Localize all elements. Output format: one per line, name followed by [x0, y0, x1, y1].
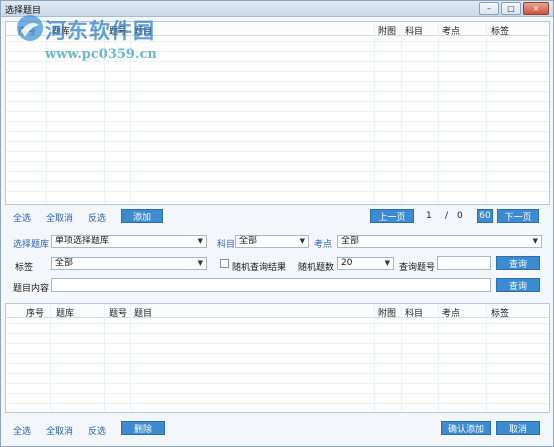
restore-button[interactable]: □	[501, 2, 521, 15]
random-count-label: 随机题数	[298, 263, 335, 273]
column-divider	[374, 22, 375, 204]
invert-selection-link[interactable]: 反选	[88, 211, 106, 224]
content-label: 题目内容	[13, 284, 50, 294]
col-header-attachment: 附图	[378, 27, 397, 37]
search-results-header: 序号 题库 题号 题目 附图 科目 考点 标签	[6, 22, 549, 37]
col-header-point: 考点	[442, 309, 461, 319]
bank-select[interactable]: 单项选择题库 ▼	[51, 235, 207, 248]
total-pages: 0	[457, 211, 463, 221]
content-query-button[interactable]: 查询	[496, 278, 540, 292]
chevron-down-icon: ▼	[532, 237, 538, 245]
column-divider	[130, 304, 131, 412]
bank-label: 选择题库	[13, 240, 50, 250]
random-result-label: 随机查询结果	[232, 263, 287, 273]
next-page-button[interactable]: 下一页	[497, 209, 539, 223]
column-divider	[486, 22, 487, 204]
content-input[interactable]	[51, 278, 491, 292]
column-divider	[130, 22, 131, 204]
deselect-all-link[interactable]: 全取消	[46, 211, 73, 224]
bank-select-value: 单项选择题库	[55, 236, 110, 246]
selected-questions-table[interactable]: 序号 题库 题号 题目 附图 科目 考点 标签	[5, 303, 550, 413]
confirm-add-button[interactable]: 确认添加	[441, 421, 491, 435]
column-divider	[46, 22, 47, 204]
subject-select-value: 全部	[239, 236, 258, 246]
query-number-input[interactable]	[437, 256, 491, 270]
column-divider	[438, 22, 439, 204]
query-button[interactable]: 查询	[496, 256, 540, 270]
selected-questions-header: 序号 题库 题号 题目 附图 科目 考点 标签	[6, 304, 549, 319]
col-header-point: 考点	[442, 27, 461, 37]
col-header-index: 序号	[26, 309, 45, 319]
col-header-bank: 题库	[52, 27, 71, 37]
close-button[interactable]: ×	[523, 2, 549, 15]
bottom-invert-selection-link[interactable]: 反选	[88, 424, 106, 437]
page-size-button[interactable]: 60	[477, 209, 493, 223]
subject-select[interactable]: 全部 ▼	[235, 235, 309, 248]
window-title: 选择题目	[5, 6, 42, 16]
bottom-select-all-link[interactable]: 全选	[13, 424, 31, 437]
col-header-tag: 标签	[491, 309, 510, 319]
add-button[interactable]: 添加	[121, 209, 163, 223]
chevron-down-icon: ▼	[197, 259, 203, 267]
window-controls: – □ ×	[479, 2, 549, 15]
point-select[interactable]: 全部 ▼	[337, 235, 542, 248]
random-count-select[interactable]: 20 ▼	[337, 257, 394, 270]
tag-select-value: 全部	[55, 258, 74, 268]
col-header-tag: 标签	[491, 27, 510, 37]
bottom-deselect-all-link[interactable]: 全取消	[46, 424, 73, 437]
column-divider	[104, 22, 105, 204]
prev-page-button[interactable]: 上一页	[370, 209, 414, 223]
select-questions-window: 选择题目 – □ × 序号 题库 题号 题目 附图 科目 考点 标签 河东软件园…	[0, 0, 554, 447]
chevron-down-icon: ▼	[384, 259, 390, 267]
point-label: 考点	[314, 240, 333, 250]
col-header-number: 题号	[109, 309, 128, 319]
col-header-question: 题目	[134, 27, 153, 37]
random-count-value: 20	[341, 258, 353, 268]
col-header-question: 题目	[134, 309, 153, 319]
tag-label: 标签	[15, 263, 34, 273]
delete-button[interactable]: 删除	[121, 421, 165, 435]
column-divider	[486, 304, 487, 412]
chevron-down-icon: ▼	[197, 237, 203, 245]
select-all-link[interactable]: 全选	[13, 211, 31, 224]
random-result-checkbox[interactable]	[220, 259, 229, 268]
tag-select[interactable]: 全部 ▼	[51, 257, 207, 270]
page-separator: /	[445, 211, 449, 221]
column-divider	[401, 22, 402, 204]
col-header-subject: 科目	[405, 309, 424, 319]
col-header-subject: 科目	[405, 27, 424, 37]
minimize-button[interactable]: –	[479, 2, 499, 15]
chevron-down-icon: ▼	[299, 237, 305, 245]
subject-label: 科目	[217, 240, 236, 250]
point-select-value: 全部	[341, 236, 360, 246]
col-header-number: 题号	[109, 27, 128, 37]
column-divider	[374, 304, 375, 412]
column-divider	[438, 304, 439, 412]
column-divider	[50, 304, 51, 412]
search-results-table[interactable]: 序号 题库 题号 题目 附图 科目 考点 标签	[5, 21, 550, 205]
title-bar[interactable]: 选择题目 – □ ×	[1, 1, 553, 17]
col-header-bank: 题库	[56, 309, 75, 319]
col-header-attachment: 附图	[378, 309, 397, 319]
column-divider	[401, 304, 402, 412]
current-page: 1	[426, 211, 432, 221]
column-divider	[104, 304, 105, 412]
cancel-button[interactable]: 取消	[496, 421, 540, 435]
query-number-label: 查询题号	[399, 263, 436, 273]
col-header-index: 序号	[18, 27, 37, 37]
